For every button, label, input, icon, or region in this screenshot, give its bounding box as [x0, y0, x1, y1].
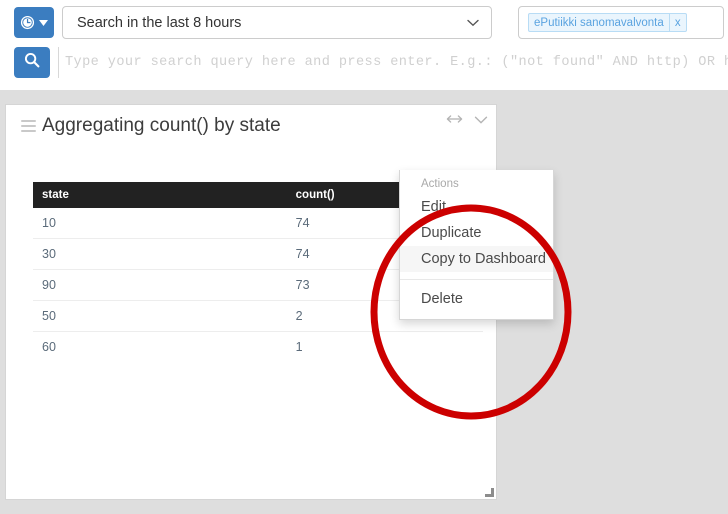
cell-state: 60: [42, 340, 56, 354]
cell-state: 90: [33, 269, 91, 301]
cell-state: 30: [33, 238, 91, 270]
app-root: Search in the last 8 hours ePutiikki san…: [0, 0, 728, 514]
menu-item-edit[interactable]: Edit: [400, 194, 553, 220]
menu-divider: [400, 279, 553, 280]
resize-corner-icon[interactable]: [482, 485, 494, 497]
drag-handle-icon[interactable]: [21, 120, 36, 132]
clock-icon: [20, 15, 35, 30]
actions-dropdown-menu: Actions Edit Duplicate Copy to Dashboard…: [399, 170, 554, 320]
stream-filter-chip-label: ePutiikki sanomavalvonta: [534, 16, 664, 29]
timerange-select-label: Search in the last 8 hours: [77, 14, 242, 31]
search-query-input[interactable]: [58, 47, 728, 78]
cell-count: 1: [295, 340, 303, 354]
stream-filter-chip[interactable]: ePutiikki sanomavalvonta x: [528, 13, 687, 32]
menu-item-copy-to-dashboard[interactable]: Copy to Dashboard: [400, 246, 553, 272]
search-submit-button[interactable]: [14, 47, 50, 78]
cell-state: 10: [33, 208, 91, 239]
magnifier-icon: [24, 52, 40, 73]
chevron-down-icon[interactable]: [474, 112, 488, 130]
stream-filter-box[interactable]: ePutiikki sanomavalvonta x: [518, 6, 724, 39]
widget-header: Aggregating count() by state: [6, 105, 496, 147]
caret-down-icon: [39, 19, 48, 26]
menu-header-actions: Actions: [421, 178, 459, 190]
search-toolbar: Search in the last 8 hours ePutiikki san…: [0, 0, 728, 90]
table-row[interactable]: 60 1: [33, 332, 483, 363]
timerange-picker-button[interactable]: [14, 7, 54, 38]
horizontal-resize-icon[interactable]: [446, 112, 463, 130]
widget-header-actions: [446, 112, 488, 130]
timerange-select[interactable]: Search in the last 8 hours: [62, 6, 492, 39]
close-icon[interactable]: x: [668, 14, 686, 31]
content-area: Aggregating count() by state state count…: [0, 90, 728, 514]
cell-state: 50: [33, 300, 91, 332]
widget-title: Aggregating count() by state: [42, 115, 281, 136]
column-header-state[interactable]: state: [33, 182, 91, 208]
menu-item-delete[interactable]: Delete: [400, 286, 553, 312]
menu-item-duplicate[interactable]: Duplicate: [400, 220, 553, 246]
widget-panel: Aggregating count() by state state count…: [5, 104, 554, 500]
chevron-down-icon: [467, 16, 479, 29]
